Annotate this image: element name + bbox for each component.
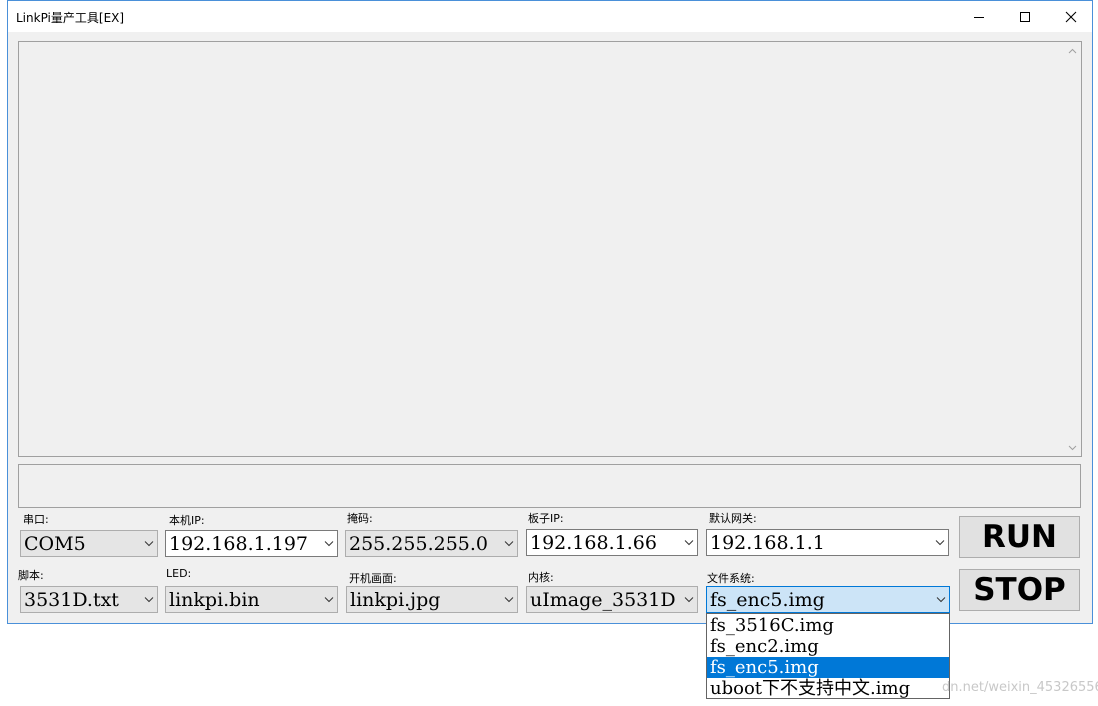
filesystem-dropdown-list[interactable]: fs_3516C.img fs_enc2.img fs_enc5.img ubo…	[706, 613, 950, 699]
chevron-down-icon	[324, 541, 334, 547]
vertical-scrollbar[interactable]	[1064, 42, 1081, 456]
dropdown-option-fs-enc5[interactable]: fs_enc5.img	[707, 657, 949, 678]
filesystem-label: 文件系统:	[707, 572, 755, 585]
chevron-down-icon	[935, 540, 945, 546]
board-ip-label: 板子IP:	[528, 512, 564, 525]
main-window: LinkPi量产工具[EX] 串口: 本机IP: 掩码: 板子IP: 默认网关:…	[7, 0, 1093, 624]
script-label: 脚本:	[18, 569, 44, 582]
close-icon	[1065, 11, 1077, 22]
script-select[interactable]: 3531D.txt	[20, 586, 158, 613]
minimize-icon	[974, 16, 984, 18]
stop-button[interactable]: STOP	[959, 569, 1080, 611]
chevron-up-icon	[1068, 48, 1077, 53]
mask-label: 掩码:	[347, 512, 373, 525]
gateway-label: 默认网关:	[709, 512, 757, 525]
serial-port-value: COM5	[24, 533, 86, 555]
mask-value: 255.255.255.0	[349, 533, 489, 555]
title-bar: LinkPi量产工具[EX]	[8, 1, 1092, 32]
board-ip-select[interactable]: 192.168.1.66	[526, 529, 698, 556]
status-box	[18, 464, 1081, 508]
chevron-down-icon	[936, 597, 946, 603]
window-title: LinkPi量产工具[EX]	[16, 11, 125, 25]
filesystem-select[interactable]: fs_enc5.img	[706, 586, 950, 613]
dropdown-option-fs-enc2[interactable]: fs_enc2.img	[707, 636, 949, 657]
chevron-down-icon	[684, 597, 694, 603]
led-label: LED:	[166, 567, 192, 580]
local-ip-label: 本机IP:	[169, 514, 205, 527]
chevron-down-icon	[144, 597, 154, 603]
serial-port-select[interactable]: COM5	[20, 530, 158, 557]
scroll-down-button[interactable]	[1064, 439, 1081, 456]
boot-screen-select[interactable]: linkpi.jpg	[346, 586, 518, 613]
board-ip-value: 192.168.1.66	[530, 532, 657, 554]
scroll-up-button[interactable]	[1064, 42, 1081, 59]
gateway-select[interactable]: 192.168.1.1	[706, 529, 949, 556]
kernel-value: uImage_3531D	[530, 589, 676, 611]
log-output-area[interactable]	[18, 41, 1082, 457]
chevron-down-icon	[144, 541, 154, 547]
kernel-label: 内核:	[528, 571, 554, 584]
led-value: linkpi.bin	[169, 589, 260, 611]
minimize-button[interactable]	[956, 1, 1002, 32]
watermark-text: dn.net/weixin_45326556	[942, 680, 1098, 695]
chevron-down-icon	[504, 541, 514, 547]
chevron-down-icon	[684, 540, 694, 546]
dropdown-option-uboot[interactable]: uboot下不支持中文.img	[707, 678, 949, 699]
run-button[interactable]: RUN	[959, 516, 1080, 558]
filesystem-value: fs_enc5.img	[710, 589, 825, 611]
gateway-value: 192.168.1.1	[710, 532, 825, 554]
maximize-icon	[1020, 11, 1030, 22]
chevron-down-icon	[1068, 445, 1077, 450]
serial-label: 串口:	[23, 513, 49, 526]
led-select[interactable]: linkpi.bin	[165, 586, 338, 613]
mask-select[interactable]: 255.255.255.0	[345, 530, 518, 557]
boot-screen-value: linkpi.jpg	[350, 589, 441, 611]
script-value: 3531D.txt	[24, 589, 119, 611]
kernel-select[interactable]: uImage_3531D	[526, 586, 698, 613]
boot-screen-label: 开机画面:	[349, 572, 397, 585]
maximize-button[interactable]	[1002, 1, 1048, 32]
local-ip-value: 192.168.1.197	[169, 533, 309, 555]
chevron-down-icon	[504, 597, 514, 603]
close-button[interactable]	[1048, 1, 1094, 32]
local-ip-select[interactable]: 192.168.1.197	[165, 530, 338, 557]
chevron-down-icon	[324, 597, 334, 603]
dropdown-option-fs-3516c[interactable]: fs_3516C.img	[707, 615, 949, 636]
